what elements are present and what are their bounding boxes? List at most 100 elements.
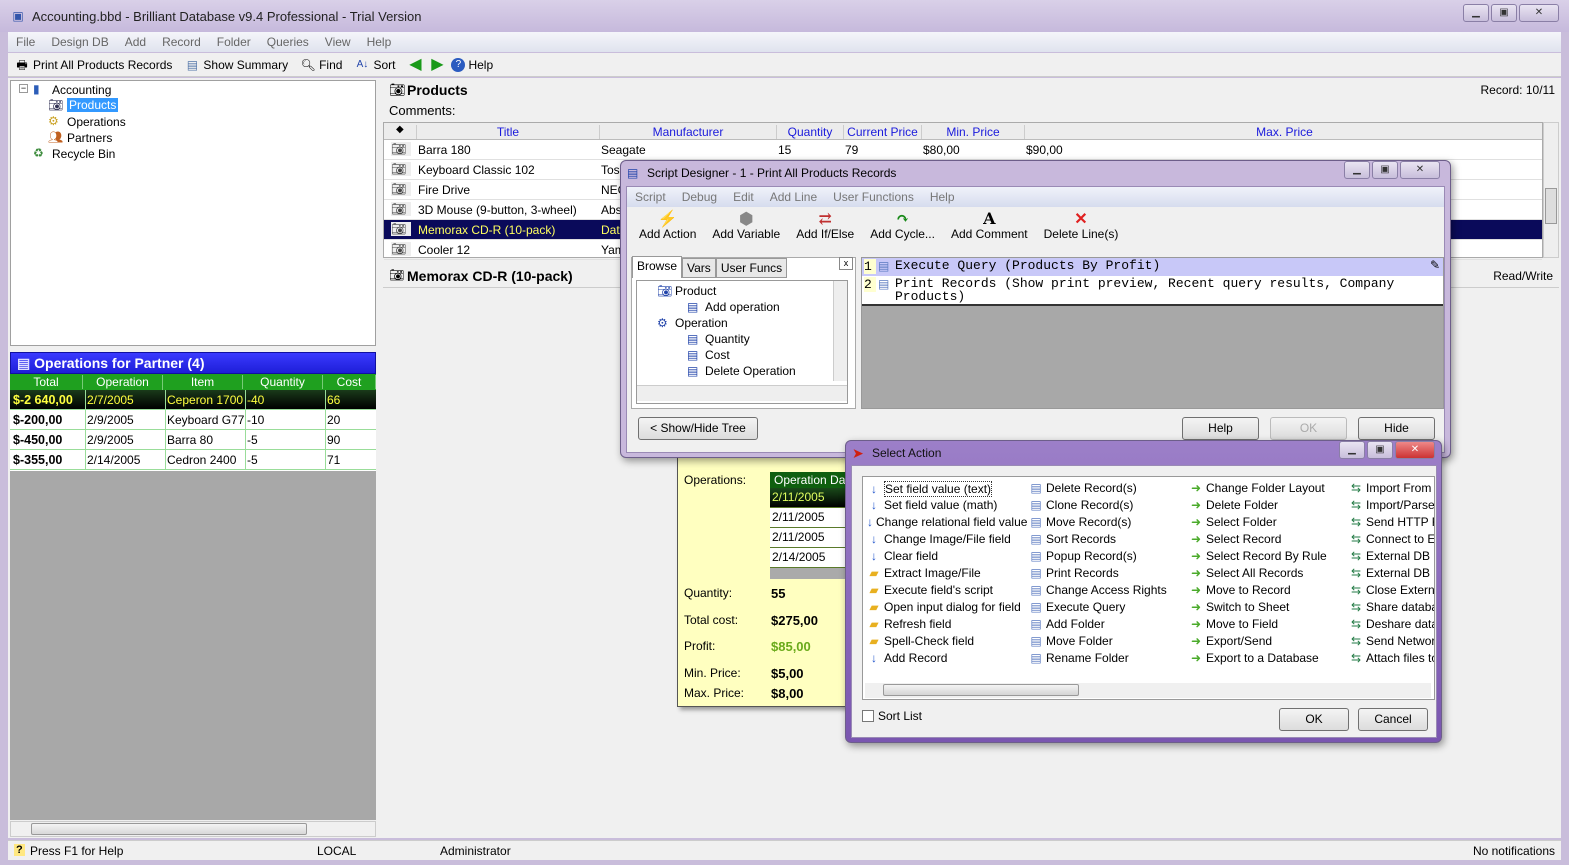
tree-horizontal-scrollbar[interactable] — [637, 385, 847, 401]
column-header[interactable]: Total — [10, 375, 83, 389]
action-item[interactable]: ▤ Rename Folder — [1029, 651, 1189, 665]
action-item[interactable]: ⇆ Close Externa — [1349, 583, 1434, 597]
action-item[interactable]: ➜ Select All Records — [1189, 566, 1349, 580]
action-item[interactable]: ▤ Print Records — [1029, 566, 1189, 580]
action-item[interactable]: ▤ Delete Record(s) — [1029, 481, 1189, 495]
action-item[interactable]: ⇆ Send HTTP R — [1349, 515, 1434, 529]
tool-delete-line-s--button[interactable]: ✕ Delete Line(s) — [1036, 209, 1127, 245]
action-item[interactable]: ▤ Popup Record(s) — [1029, 549, 1189, 563]
hide-button[interactable]: Hide — [1358, 417, 1435, 440]
help-button[interactable]: Help — [1182, 417, 1259, 440]
action-item[interactable]: ⇆ External DB S — [1349, 566, 1434, 580]
action-item[interactable]: ▤ Change Access Rights — [1029, 583, 1189, 597]
action-item[interactable]: ↓ Clear field — [867, 549, 1027, 563]
column-header[interactable]: Quantity — [243, 375, 323, 389]
collapse-icon[interactable]: − — [19, 84, 28, 93]
menu-debug[interactable]: Debug — [674, 187, 725, 207]
action-item[interactable]: ➜ Select Record — [1189, 532, 1349, 546]
action-item[interactable]: ➜ Select Record By Rule — [1189, 549, 1349, 563]
maximize-button[interactable]: ▣ — [1491, 4, 1517, 22]
maximize-button[interactable]: ▣ — [1372, 161, 1398, 179]
sort-button[interactable]: A↓ Sort — [348, 57, 401, 73]
action-item[interactable]: ↓ Set field value (text) — [867, 481, 1027, 497]
tool-add-if-else-button[interactable]: ⇄ Add If/Else — [788, 209, 862, 245]
script-tree-item[interactable]: Product — [675, 284, 716, 298]
action-item[interactable]: ➜ Change Folder Layout — [1189, 481, 1349, 495]
action-item[interactable]: ▤ Move Record(s) — [1029, 515, 1189, 529]
column-header[interactable]: Item — [163, 375, 243, 389]
print-records-button[interactable]: 🖶 Print All Products Records — [8, 57, 178, 73]
menu-folder[interactable]: Folder — [209, 32, 259, 52]
action-item[interactable]: ⇆ Send Networ — [1349, 634, 1434, 648]
close-panel-button[interactable]: x — [839, 257, 853, 270]
action-item[interactable]: ▰ Extract Image/File — [867, 566, 1027, 580]
show-hide-tree-button[interactable]: < Show/Hide Tree — [638, 417, 758, 440]
maximize-button[interactable]: ▣ — [1367, 441, 1393, 459]
tool-add-variable-button[interactable]: ⬢ Add Variable — [704, 209, 788, 245]
action-item[interactable]: ▤ Execute Query — [1029, 600, 1189, 614]
tree-item-operations[interactable]: Operations — [67, 115, 126, 129]
menu-user-functions[interactable]: User Functions — [825, 187, 922, 207]
script-tree-item[interactable]: Cost — [705, 348, 730, 362]
action-item[interactable]: ▰ Execute field's script — [867, 583, 1027, 597]
column-header[interactable]: Current Price — [843, 125, 921, 139]
operation-date-row[interactable]: 2/11/2005 — [770, 488, 850, 508]
table-row[interactable]: $-450,00 2/9/2005 Barra 80 -5 90 — [10, 430, 376, 450]
menu-help[interactable]: Help — [922, 187, 963, 207]
action-item[interactable]: ↓ Change relational field value — [867, 515, 1027, 529]
ok-button[interactable]: OK — [1270, 417, 1347, 440]
tree-item-products[interactable]: Products — [67, 98, 119, 112]
close-button[interactable]: ✕ — [1519, 4, 1559, 22]
menu-add[interactable]: Add — [117, 32, 154, 52]
close-button[interactable]: ✕ — [1400, 161, 1440, 179]
action-item[interactable]: ↓ Set field value (math) — [867, 498, 1027, 512]
column-header[interactable]: Min. Price — [921, 125, 1024, 139]
show-summary-button[interactable]: ▤ Show Summary — [178, 57, 294, 73]
menu-add-line[interactable]: Add Line — [762, 187, 825, 207]
tab-user-funcs[interactable]: User Funcs — [715, 258, 788, 278]
scroll-thumb[interactable] — [1545, 188, 1557, 224]
operation-date-row[interactable]: 2/11/2005 — [770, 528, 850, 548]
operation-date-row[interactable]: 2/11/2005 — [770, 508, 850, 528]
column-header[interactable]: Manufacturer — [599, 125, 776, 139]
action-item[interactable]: ▤ Clone Record(s) — [1029, 498, 1189, 512]
back-button[interactable]: ◀ — [401, 56, 429, 73]
cancel-button[interactable]: Cancel — [1358, 708, 1428, 731]
tree-vertical-scrollbar[interactable] — [833, 281, 847, 381]
action-item[interactable]: ➜ Switch to Sheet — [1189, 600, 1349, 614]
minimize-button[interactable]: ▁ — [1339, 441, 1365, 459]
menu-edit[interactable]: Edit — [725, 187, 762, 207]
action-item[interactable]: ⇆ Deshare data — [1349, 617, 1434, 631]
tree-item-recycle-bin[interactable]: Recycle Bin — [52, 147, 115, 161]
column-header[interactable]: Max. Price — [1024, 125, 1544, 139]
script-line[interactable]: 2 ▤ Print Records (Show print preview, Rec… — [862, 276, 1443, 306]
column-header[interactable]: Cost — [323, 375, 376, 389]
menu-view[interactable]: View — [317, 32, 359, 52]
tool-add-comment-button[interactable]: A Add Comment — [943, 209, 1036, 245]
help-button[interactable]: ? Help — [445, 57, 499, 72]
close-button[interactable]: ✕ — [1395, 441, 1435, 459]
menu-file[interactable]: File — [8, 32, 43, 52]
action-item[interactable]: ⇆ Share databa — [1349, 600, 1434, 614]
operation-date-row[interactable]: 2/14/2005 — [770, 548, 850, 568]
find-button[interactable]: 🔍︎ Find — [294, 57, 348, 73]
products-vertical-scrollbar[interactable] — [1543, 122, 1559, 258]
action-item[interactable]: ➜ Select Folder — [1189, 515, 1349, 529]
action-item[interactable]: ➜ Delete Folder — [1189, 498, 1349, 512]
table-row[interactable]: 📷︎ Barra 180 Seagate 15 79 $80,00 $90,00 — [384, 140, 1542, 160]
tool-add-action-button[interactable]: ⚡ Add Action — [631, 209, 704, 245]
action-item[interactable]: ↓ Change Image/File field — [867, 532, 1027, 546]
tool-add-cycle--button[interactable]: ↷ Add Cycle... — [862, 209, 943, 245]
action-item[interactable]: ⇆ External DB C — [1349, 549, 1434, 563]
action-item[interactable]: ➜ Export/Send — [1189, 634, 1349, 648]
script-tree-item[interactable]: Delete Operation — [705, 364, 796, 378]
column-header[interactable]: Quantity — [776, 125, 843, 139]
action-item[interactable]: ▰ Refresh field — [867, 617, 1027, 631]
script-tree-item[interactable]: Operation — [675, 316, 728, 330]
action-item[interactable]: ▰ Open input dialog for field — [867, 600, 1027, 614]
table-row[interactable]: $-2 640,00 2/7/2005 Ceperon 1700 -40 66 — [10, 390, 376, 410]
action-item[interactable]: ▤ Sort Records — [1029, 532, 1189, 546]
action-item[interactable]: ▤ Add Folder — [1029, 617, 1189, 631]
minimize-button[interactable]: ▁ — [1463, 4, 1489, 22]
action-item[interactable]: ⇆ Import From a — [1349, 481, 1434, 495]
